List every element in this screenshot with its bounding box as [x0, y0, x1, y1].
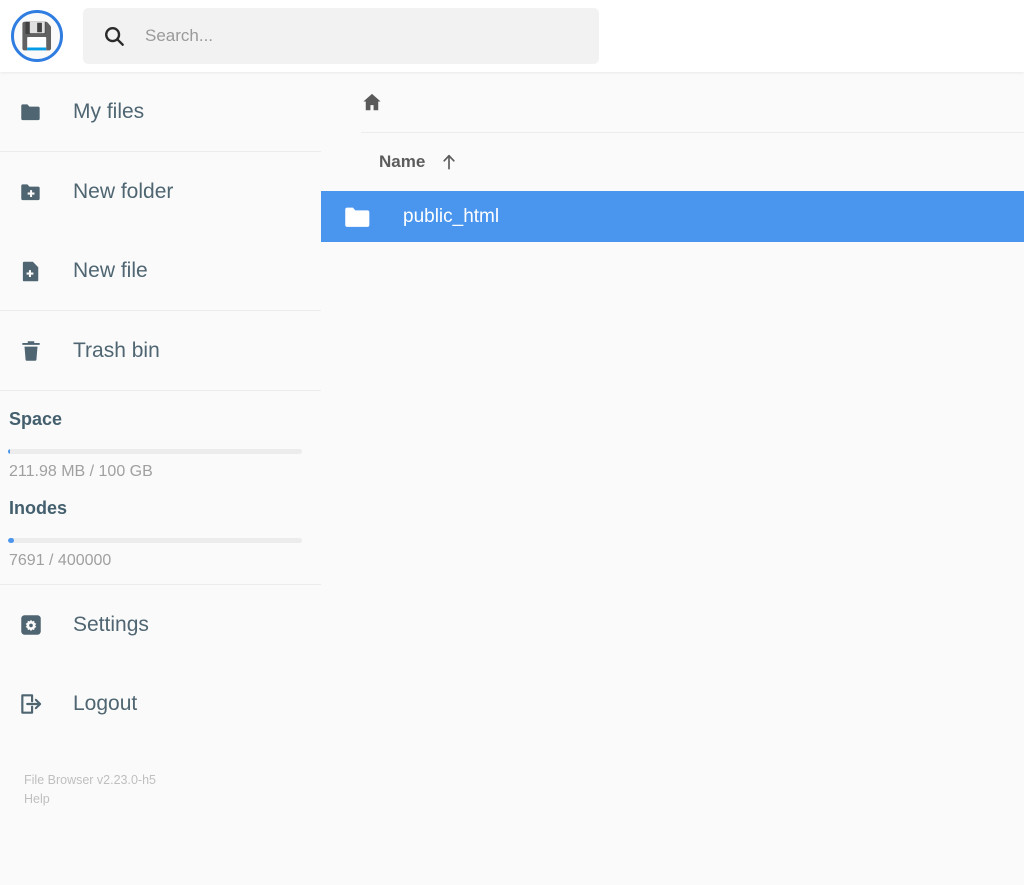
space-usage-bar-fill [8, 449, 11, 454]
sidebar-group-create: New folder New file [0, 152, 321, 311]
space-usage-text: 211.98 MB / 100 GB [9, 463, 153, 480]
app-logo[interactable]: 💾 [8, 7, 66, 65]
breadcrumb [321, 72, 1024, 132]
search-icon [105, 27, 124, 46]
sidebar-item-label: New folder [73, 179, 174, 203]
sidebar-item-label: Logout [73, 691, 138, 715]
gear-icon [18, 612, 44, 638]
space-usage: Space 211.98 MB / 100 GB Inodes 7691 / 4… [0, 391, 321, 584]
sidebar-group-trash: Trash bin [0, 311, 321, 391]
arrow-up-icon[interactable] [439, 152, 459, 172]
sidebar-item-label: Trash bin [73, 338, 160, 362]
sidebar-footer: File Browser v2.23.0-h5 Help [0, 743, 321, 810]
search-input[interactable] [145, 26, 575, 46]
trash-icon [18, 338, 44, 364]
folder-icon [345, 207, 370, 227]
sidebar-item-trash-bin[interactable]: Trash bin [0, 311, 321, 390]
file-list-item-public-html[interactable]: public_html [321, 191, 1024, 242]
sidebar-group-myfiles: My files [0, 72, 321, 152]
sidebar-item-label: Settings [73, 612, 149, 636]
sidebar-item-settings[interactable]: Settings [0, 585, 321, 664]
file-browser-app: 💾 My files [0, 0, 1024, 885]
column-header-name[interactable]: Name [379, 152, 425, 172]
sidebar-item-my-files[interactable]: My files [0, 72, 321, 151]
help-link[interactable]: Help [24, 790, 321, 809]
inodes-usage-title: Inodes [9, 498, 68, 518]
sidebar-usage-section: Space 211.98 MB / 100 GB Inodes 7691 / 4… [0, 391, 321, 585]
file-plus-icon [18, 258, 44, 284]
usage-spacer [8, 481, 301, 498]
logout-icon [18, 691, 44, 717]
sidebar-item-logout[interactable]: Logout [0, 664, 321, 743]
main-content: Name public_html [321, 72, 1024, 885]
file-list-header: Name [321, 133, 1024, 191]
inodes-usage-bar [8, 538, 302, 543]
inodes-usage-text: 7691 / 400000 [9, 552, 112, 569]
logo-ring: 💾 [11, 10, 63, 62]
folder-icon [18, 99, 44, 125]
sidebar-item-label: New file [73, 258, 148, 282]
sidebar: My files New folder New file Trash bin S… [0, 72, 321, 885]
sidebar-group-actions: Settings Logout [0, 585, 321, 743]
home-icon[interactable] [361, 91, 383, 113]
space-usage-bar [8, 449, 302, 454]
floppy-disk-icon: 💾 [20, 21, 54, 51]
inodes-usage-bar-fill [8, 538, 14, 543]
file-list-item-label: public_html [403, 205, 500, 227]
sidebar-item-label: My files [73, 99, 145, 123]
sidebar-item-new-file[interactable]: New file [0, 231, 321, 310]
space-usage-title: Space [9, 409, 63, 429]
app-version: File Browser v2.23.0-h5 [24, 773, 157, 787]
top-header: 💾 [0, 0, 1024, 72]
sidebar-item-new-folder[interactable]: New folder [0, 152, 321, 231]
folder-plus-icon [18, 179, 44, 205]
search-bar[interactable] [83, 8, 599, 64]
